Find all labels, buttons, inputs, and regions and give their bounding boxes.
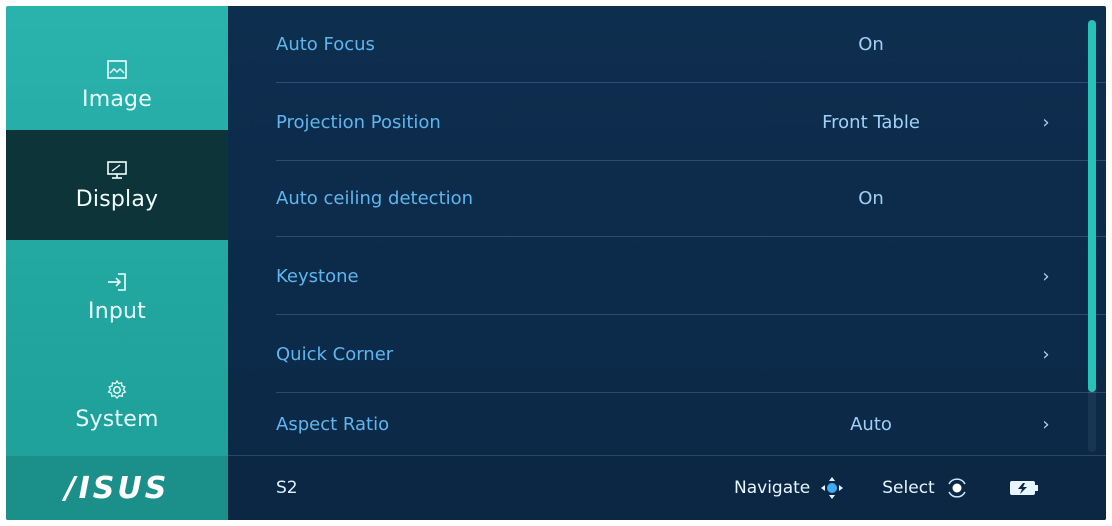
row-value: Front Table <box>822 111 920 133</box>
settings-panel: Auto Focus On Projection Position Front … <box>228 6 1106 520</box>
dpad-icon <box>821 477 844 499</box>
input-icon <box>108 272 126 291</box>
row-projection-position[interactable]: Projection Position Front Table › <box>276 84 1106 161</box>
settings-list: Auto Focus On Projection Position Front … <box>228 6 1106 452</box>
sidebar-item-system[interactable]: System <box>6 362 228 448</box>
chevron-right-icon: › <box>1042 111 1050 133</box>
row-value: On <box>858 33 884 55</box>
chevron-right-icon: › <box>1042 265 1050 287</box>
select-label: Select <box>882 478 935 498</box>
row-label: Quick Corner <box>276 343 394 365</box>
image-icon <box>107 59 127 79</box>
osd-menu-window: Image Display Input System /ISUS Auto Fo… <box>6 6 1106 520</box>
row-label: Aspect Ratio <box>276 413 390 435</box>
logo-text: /ISUS <box>64 470 170 506</box>
row-label: Auto ceiling detection <box>276 187 474 209</box>
row-auto-focus[interactable]: Auto Focus On <box>276 6 1106 83</box>
gear-icon <box>107 379 127 399</box>
row-value: On <box>858 187 884 209</box>
sidebar-item-display[interactable]: Display <box>6 130 228 240</box>
status-footer: S2 Navigate Select <box>228 455 1106 520</box>
category-sidebar: Image Display Input System /ISUS <box>6 6 228 520</box>
select-hint: Select <box>882 476 968 500</box>
sidebar-item-label: Input <box>88 298 146 324</box>
scrollbar-thumb[interactable] <box>1088 20 1096 392</box>
chevron-right-icon: › <box>1042 343 1050 365</box>
row-auto-ceiling-detection[interactable]: Auto ceiling detection On <box>276 160 1106 237</box>
battery-charging-icon <box>1009 481 1038 495</box>
row-keystone[interactable]: Keystone › <box>276 238 1106 315</box>
model-name: S2 <box>276 478 298 498</box>
row-aspect-ratio[interactable]: Aspect Ratio Auto › <box>276 394 1106 454</box>
row-label: Auto Focus <box>276 33 375 55</box>
row-label: Keystone <box>276 265 359 287</box>
row-value: Auto <box>850 413 892 435</box>
row-quick-corner[interactable]: Quick Corner › <box>276 316 1106 393</box>
chevron-right-icon: › <box>1042 413 1050 435</box>
sidebar-item-label: Display <box>75 186 159 212</box>
asus-logo: /ISUS <box>6 456 228 520</box>
sidebar-item-label: System <box>75 406 159 432</box>
display-icon <box>107 160 127 179</box>
navigate-label: Navigate <box>734 478 811 498</box>
sidebar-item-input[interactable]: Input <box>6 254 228 340</box>
scrollbar[interactable] <box>1088 20 1096 452</box>
sidebar-item-label: Image <box>82 86 152 112</box>
ok-button-icon <box>948 478 966 498</box>
row-label: Projection Position <box>276 111 441 133</box>
navigate-hint: Navigate <box>734 476 844 500</box>
sidebar-item-image[interactable]: Image <box>6 42 228 128</box>
